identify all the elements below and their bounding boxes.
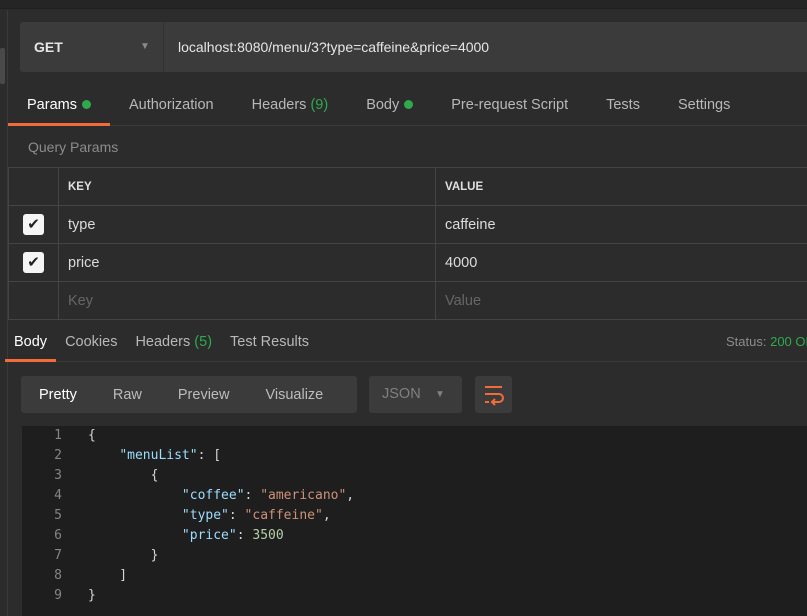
table-row: Key Value	[8, 281, 807, 320]
wrap-lines-button[interactable]	[475, 376, 512, 413]
method-select[interactable]: GET ▼	[20, 22, 164, 72]
response-body-editor[interactable]: 1 2 3 4 5 6 7 8 9 { "menuList": [ { "cof…	[22, 426, 807, 616]
query-params-table: KEY VALUE ✔ type caffeine ✔ price 4000 Key Val…	[8, 167, 807, 320]
tab-params[interactable]: Params	[8, 86, 110, 126]
key-header: KEY	[58, 167, 436, 206]
tab-authorization[interactable]: Authorization	[110, 86, 233, 125]
request-bar: GET ▼ localhost:8080/menu/3?type=caffeine…	[20, 22, 807, 72]
param-key[interactable]: type	[58, 205, 436, 244]
response-tabs: Body Cookies Headers (5) Test Results	[5, 324, 807, 362]
headers-count: (9)	[310, 97, 329, 113]
view-raw[interactable]: Raw	[95, 387, 160, 403]
status-value: 200 OK	[770, 334, 807, 349]
tab-response-body[interactable]: Body	[5, 324, 57, 362]
table-row: ✔ type caffeine	[8, 205, 807, 244]
top-bar	[0, 0, 807, 9]
view-visualize[interactable]: Visualize	[247, 387, 341, 403]
value-header: VALUE	[435, 167, 807, 206]
tab-pre-request-script[interactable]: Pre-request Script	[432, 86, 587, 125]
tab-cookies[interactable]: Cookies	[56, 324, 126, 361]
tab-headers[interactable]: Headers (9)	[233, 86, 348, 125]
sidebar-scrollbar[interactable]	[0, 48, 5, 84]
new-value-input[interactable]: Value	[435, 281, 807, 320]
table-row: ✔ price 4000	[8, 243, 807, 282]
method-label: GET	[34, 39, 63, 55]
status: Status: 200 OK	[726, 334, 807, 349]
tab-tests[interactable]: Tests	[587, 86, 659, 125]
param-key[interactable]: price	[58, 243, 436, 282]
table-header: KEY VALUE	[8, 167, 807, 206]
view-pretty[interactable]: Pretty	[21, 387, 95, 403]
view-preview[interactable]: Preview	[160, 387, 248, 403]
wrap-lines-icon	[485, 386, 504, 406]
check-icon[interactable]: ✔	[23, 252, 44, 273]
tab-body[interactable]: Body	[347, 86, 432, 125]
check-icon[interactable]: ✔	[23, 214, 44, 235]
param-value[interactable]: caffeine	[435, 205, 807, 244]
caret-down-icon: ▼	[140, 41, 150, 52]
query-params-label: Query Params	[28, 139, 119, 155]
status-dot-icon	[404, 100, 414, 109]
format-select[interactable]: JSON ▼	[369, 376, 462, 413]
param-value[interactable]: 4000	[435, 243, 807, 282]
tab-response-headers[interactable]: Headers (5)	[126, 324, 221, 361]
tab-test-results[interactable]: Test Results	[221, 324, 318, 361]
view-mode-segment: Pretty Raw Preview Visualize	[21, 376, 357, 413]
request-tabs: Params Authorization Headers (9) Body Pr…	[8, 86, 807, 126]
status-dot-icon	[81, 100, 91, 109]
url-input[interactable]: localhost:8080/menu/3?type=caffeine&pric…	[164, 39, 489, 55]
tab-settings[interactable]: Settings	[659, 86, 749, 125]
headers-count: (5)	[194, 334, 213, 350]
new-key-input[interactable]: Key	[58, 281, 436, 320]
caret-down-icon: ▼	[435, 389, 445, 400]
